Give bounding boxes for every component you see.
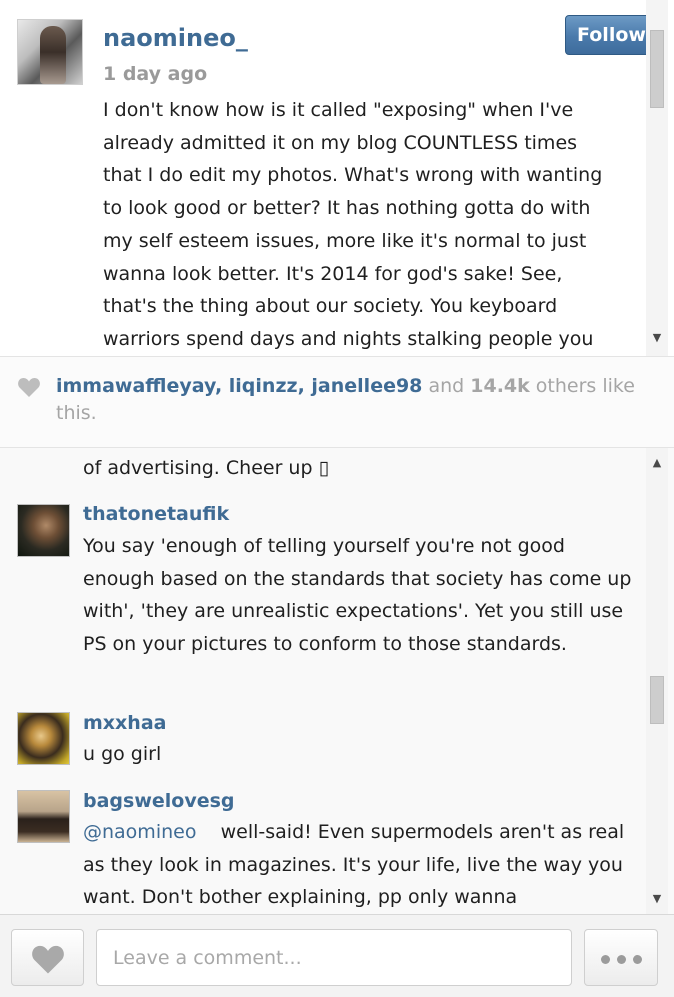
likes-and-text: and: [422, 375, 471, 397]
likes-summary: immawaffleyay, liqinzz, janellee98 and 1…: [56, 373, 656, 427]
likes-count[interactable]: 14.4k: [470, 375, 530, 397]
comments-scroll-thumb[interactable]: [650, 676, 664, 724]
avatar[interactable]: [17, 790, 70, 843]
post-header: naomineo_ 1 day ago I don't know how is …: [0, 0, 674, 356]
heart-icon[interactable]: [17, 376, 41, 398]
ellipsis-icon: [601, 955, 610, 964]
comment-input[interactable]: [96, 929, 572, 986]
comment-text: @naomineo well-said! Even supermodels ar…: [83, 816, 633, 914]
comment-text: u go girl: [83, 743, 162, 765]
triangle-down-icon[interactable]: ▼: [646, 331, 668, 344]
liker-link[interactable]: liqinzz: [229, 375, 298, 397]
caption-scroll-thumb[interactable]: [650, 30, 664, 108]
triangle-down-icon[interactable]: ▼: [646, 892, 668, 905]
likes-separator: ,: [297, 375, 312, 397]
comment-username[interactable]: mxxhaa: [83, 712, 166, 734]
comment-username[interactable]: bagswelovesg: [83, 790, 235, 812]
like-button[interactable]: [11, 929, 84, 986]
avatar[interactable]: [17, 504, 70, 557]
more-options-button[interactable]: [584, 929, 658, 986]
comment-text-partial: of advertising. Cheer up ▯: [83, 457, 330, 479]
comments-scrollbar[interactable]: ▲ ▼: [646, 448, 668, 914]
post-username[interactable]: naomineo_: [103, 24, 248, 52]
post-caption: I don't know how is it called "exposing"…: [103, 99, 603, 350]
mention-link[interactable]: @naomineo: [83, 821, 196, 843]
comment-username[interactable]: thatonetaufik: [83, 503, 229, 525]
avatar[interactable]: [17, 19, 83, 85]
ellipsis-icon: [617, 955, 626, 964]
liker-link[interactable]: immawaffleyay: [56, 375, 215, 397]
heart-icon: [32, 945, 64, 974]
comment-text: You say 'enough of telling yourself you'…: [83, 535, 632, 655]
likes-separator: ,: [214, 375, 229, 397]
liker-link[interactable]: janellee98: [311, 375, 422, 397]
triangle-up-icon[interactable]: ▲: [646, 456, 668, 469]
comments-list: of advertising. Cheer up ▯ thatonetaufik…: [0, 448, 674, 914]
post-timestamp: 1 day ago: [103, 63, 208, 85]
caption-scrollbar[interactable]: ▼: [646, 0, 668, 356]
follow-button[interactable]: Follow: [565, 15, 658, 55]
avatar[interactable]: [17, 712, 70, 765]
ellipsis-icon: [633, 955, 642, 964]
